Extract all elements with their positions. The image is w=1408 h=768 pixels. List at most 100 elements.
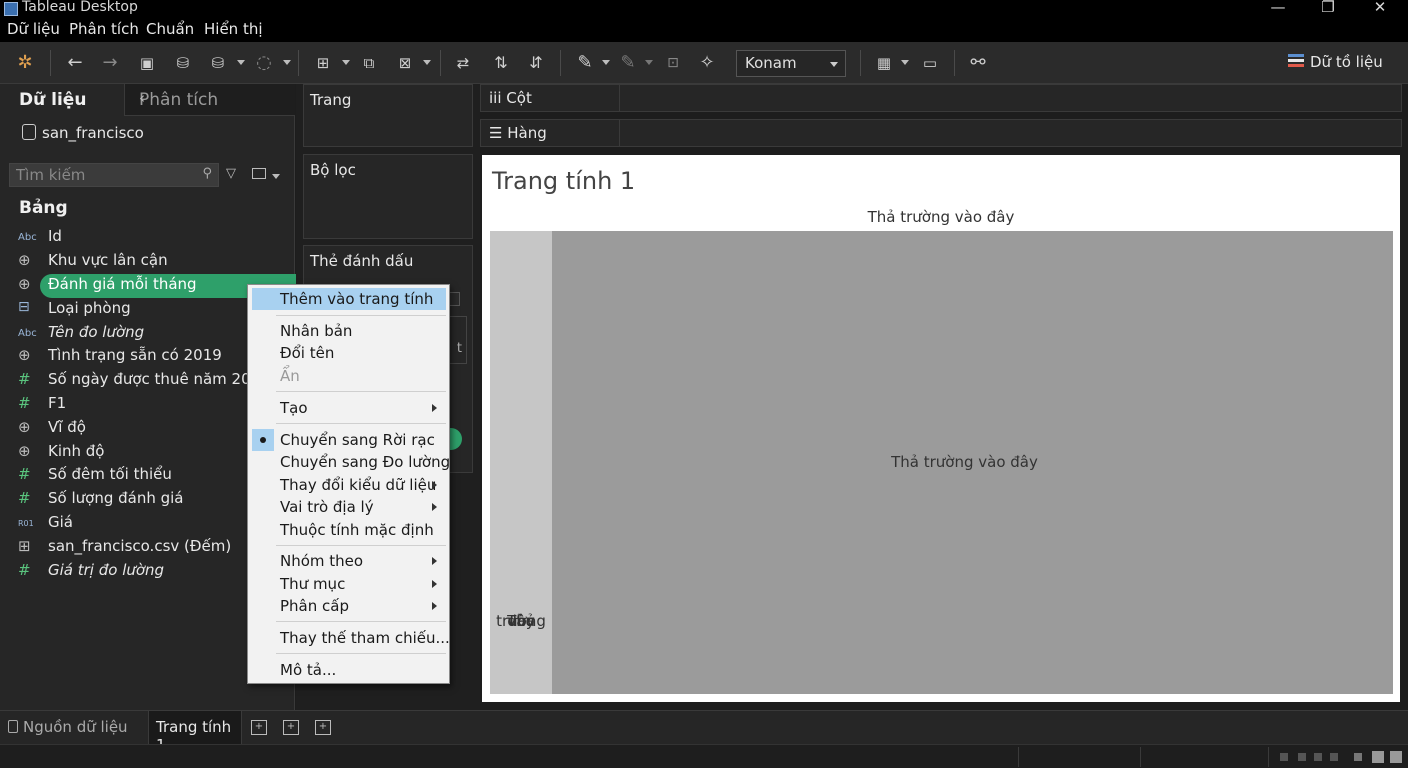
prev-page-icon[interactable]	[1298, 753, 1306, 761]
field-name: Số lượng đánh giá	[48, 489, 184, 507]
columns-icon: iii	[489, 89, 502, 107]
undo-icon[interactable]: ←	[63, 51, 87, 75]
menu-item-duplicate[interactable]: Nhân bản	[248, 320, 449, 342]
datasource-name: san_francisco	[42, 124, 144, 142]
menu-item-describe[interactable]: Mô tả...	[248, 659, 449, 681]
sheet-tab[interactable]: Trang tính 1	[148, 711, 242, 754]
pause-icon[interactable]: ⛁	[206, 51, 230, 75]
worksheet-canvas: Trang tính 1 Thả trường vào đây Thả trườn…	[482, 155, 1400, 702]
new-worksheet-icon[interactable]: +	[251, 720, 267, 735]
field-name: san_francisco.csv (Đếm)	[48, 537, 232, 555]
geo-type-icon: ⊕	[18, 251, 31, 269]
tab-data[interactable]: Dữ liệu	[0, 84, 124, 116]
clear-sheet-icon[interactable]: ⊠	[393, 51, 417, 75]
grid-view-icon[interactable]	[1354, 753, 1362, 761]
marks-partial-label: t	[456, 341, 462, 356]
sheet-title[interactable]: Trang tính 1	[492, 167, 635, 195]
redo-icon[interactable]: →	[98, 51, 122, 75]
menu-item-folders[interactable]: Thư mục	[248, 573, 449, 595]
last-page-icon[interactable]	[1330, 753, 1338, 761]
menu-data[interactable]: Dữ liệu	[7, 20, 60, 38]
marks-card-title: Thẻ đánh dấu	[310, 252, 414, 270]
field-item[interactable]: ⊕ Khu vực lân cận	[18, 251, 298, 273]
pages-card[interactable]: Trang	[303, 84, 473, 147]
data-source-tab-label: Nguồn dữ liệu	[23, 718, 128, 736]
menu-item-add-to-sheet[interactable]: Thêm vào trang tính	[252, 288, 446, 310]
menu-item-change-data-type[interactable]: Thay đổi kiểu dữ liệu	[248, 474, 449, 496]
tableau-app-icon	[4, 2, 18, 16]
minimize-icon[interactable]: —	[1266, 0, 1290, 16]
number-type-icon: #	[18, 370, 31, 388]
tab-analysis[interactable]: Phân tích ‹	[124, 84, 295, 116]
menu-format[interactable]: Chuẩn	[146, 20, 194, 38]
field-context-menu: Thêm vào trang tính Nhân bản Đổi tên Ẩn …	[247, 284, 450, 684]
labels-icon[interactable]: ⊡	[661, 51, 685, 75]
next-page-icon[interactable]	[1314, 753, 1322, 761]
filter-icon[interactable]: ▽	[226, 166, 236, 181]
rows-icon: ☰	[489, 124, 503, 142]
tile-view-icon[interactable]	[1372, 751, 1384, 763]
search-input[interactable]	[16, 166, 196, 184]
save-icon[interactable]: ▣	[135, 51, 159, 75]
data-source-tab[interactable]: Nguồn dữ liệu	[8, 718, 128, 736]
menu-bar: Dữ liệu Phân tích Chuẩn Hiển thị	[0, 18, 1408, 42]
restore-icon[interactable]: ❐	[1316, 0, 1340, 16]
share-icon[interactable]: ⚯	[966, 51, 990, 75]
collapse-pane-icon[interactable]: ‹	[139, 89, 285, 107]
swap-icon[interactable]: ⇄	[451, 51, 475, 75]
refresh-icon[interactable]: ◌	[252, 51, 276, 75]
menu-item-convert-discrete[interactable]: Chuyển sang Rời rạc	[248, 429, 449, 451]
field-name: Tên đo lường	[48, 323, 145, 341]
main-drop-zone[interactable]: Thả trường vào đây	[552, 231, 1393, 694]
new-sheet-icon[interactable]: ⊞	[311, 51, 335, 75]
group-icon[interactable]: ✎	[616, 51, 640, 75]
string-type-icon: Abc	[18, 232, 37, 243]
menu-item-replace-references[interactable]: Thay thế tham chiếu...	[248, 627, 450, 649]
menu-item-group-by[interactable]: Nhóm theo	[248, 550, 449, 572]
string-type-icon: Abc	[18, 328, 37, 339]
columns-shelf[interactable]: iii Cột	[480, 84, 1402, 112]
pin-icon[interactable]: ✧	[695, 51, 719, 75]
presentation-icon[interactable]: ▭	[918, 51, 942, 75]
menu-analysis[interactable]: Phân tích	[69, 20, 139, 38]
rows-drop-zone[interactable]: Thả trường vào đây	[490, 231, 552, 694]
menu-item-rename[interactable]: Đổi tên	[248, 342, 449, 364]
sort-descending-icon[interactable]: ⇵	[524, 51, 548, 75]
search-icon[interactable]: ⚲	[202, 166, 212, 181]
duplicate-sheet-icon[interactable]: ⧉	[357, 51, 381, 75]
new-dashboard-icon[interactable]: +	[283, 720, 299, 735]
chevron-down-icon[interactable]	[272, 174, 280, 179]
filmstrip-view-icon[interactable]	[1390, 751, 1402, 763]
submenu-arrow-icon	[432, 580, 437, 588]
columns-drop-zone[interactable]: Thả trường vào đây	[482, 208, 1400, 226]
database-icon	[8, 720, 18, 733]
filters-card[interactable]: Bộ lọc	[303, 154, 473, 239]
menu-item-hierarchy[interactable]: Phân cấp	[248, 595, 449, 617]
chart-size-icon[interactable]: ▦	[872, 51, 896, 75]
highlight-icon[interactable]: ✎	[573, 51, 597, 75]
menu-view[interactable]: Hiển thị	[204, 20, 263, 38]
menu-item-create[interactable]: Tạo	[248, 397, 449, 419]
new-datasource-icon[interactable]: ⛁	[171, 51, 195, 75]
menu-item-geographic-role[interactable]: Vai trò địa lý	[248, 496, 449, 518]
new-story-icon[interactable]: +	[315, 720, 331, 735]
close-icon[interactable]: ✕	[1368, 0, 1392, 16]
submenu-arrow-icon	[432, 503, 437, 511]
first-page-icon[interactable]	[1280, 753, 1288, 761]
fit-dropdown[interactable]: Konam	[736, 50, 846, 77]
title-bar: Tableau Desktop — ❐ ✕	[0, 0, 1408, 18]
pages-card-title: Trang	[310, 91, 352, 109]
geo-type-icon: ⊕	[18, 442, 31, 460]
field-item[interactable]: Abc Id	[18, 227, 298, 249]
field-name: F1	[48, 394, 67, 412]
submenu-arrow-icon	[432, 557, 437, 565]
datasource-item[interactable]: san_francisco	[22, 124, 144, 142]
view-data-icon[interactable]	[252, 168, 266, 179]
rows-shelf[interactable]: ☰ Hàng	[480, 119, 1402, 147]
menu-item-default-properties[interactable]: Thuộc tính mặc định	[248, 519, 449, 541]
field-name: Khu vực lân cận	[48, 251, 168, 269]
show-me-button[interactable]: Dữ tồ liệu	[1288, 53, 1383, 71]
tableau-logo-icon[interactable]: ✲	[13, 51, 37, 75]
sort-ascending-icon[interactable]: ⇅	[489, 51, 513, 75]
menu-item-convert-measure[interactable]: Chuyển sang Đo lường	[248, 451, 450, 473]
